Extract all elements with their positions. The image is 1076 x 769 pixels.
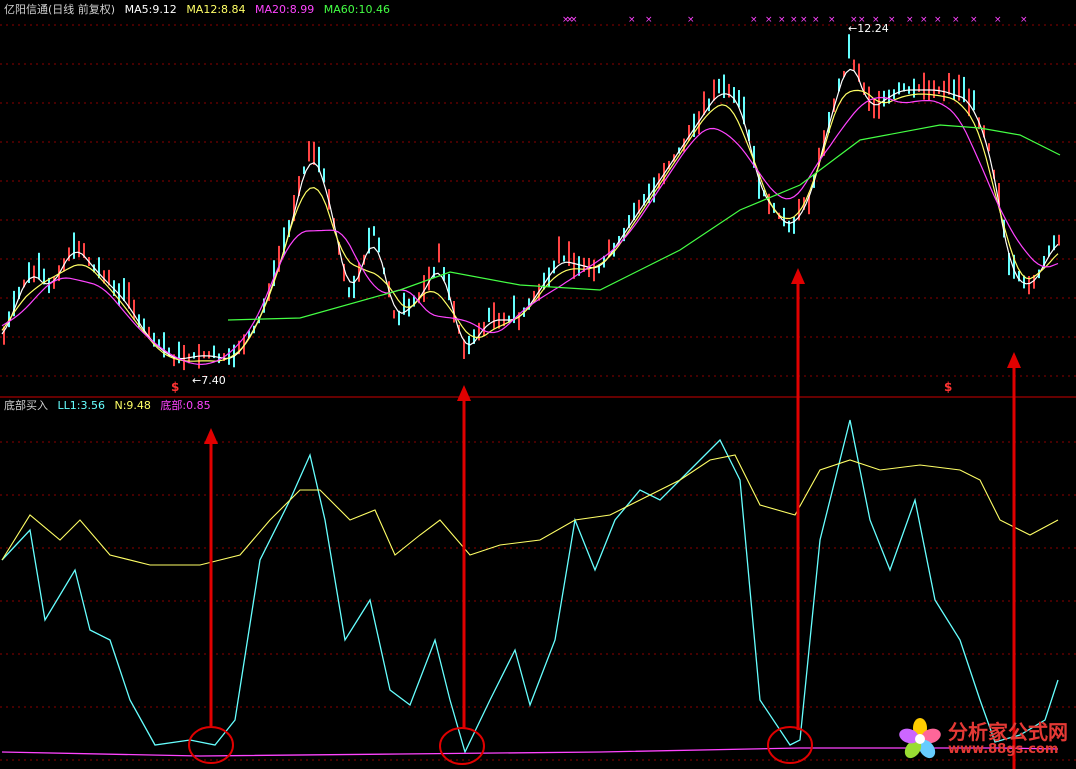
ll1-line xyxy=(1,419,1059,754)
flag-mark: × xyxy=(687,15,695,25)
arrow-head xyxy=(1007,352,1021,368)
ma20-line xyxy=(1,96,1059,366)
flag-mark: × xyxy=(765,15,773,25)
flag-mark: × xyxy=(934,15,942,25)
flag-mark: × xyxy=(970,15,978,25)
flag-mark: × xyxy=(790,15,798,25)
arrow-head xyxy=(457,385,471,401)
flag-mark: × xyxy=(778,15,786,25)
watermark-name: 分析家公式网 xyxy=(948,720,1068,744)
low-price-marker: ←7.40 xyxy=(192,374,226,387)
arrow-head xyxy=(791,268,805,284)
flag-mark: × xyxy=(994,15,1002,25)
high-price-value: 12.24 xyxy=(857,22,889,35)
ma12-line xyxy=(1,89,1059,362)
flag-mark: × xyxy=(920,15,928,25)
flag-mark: × xyxy=(645,15,653,25)
flag-mark: × xyxy=(812,15,820,25)
ma60-line xyxy=(227,124,1061,321)
flower-logo-icon xyxy=(899,718,941,759)
ma5-line xyxy=(1,68,1059,360)
signal-mark-2: $ xyxy=(944,380,953,394)
high-price-marker: ←12.24 xyxy=(848,22,889,35)
signal-mark-1: $ xyxy=(171,380,180,394)
flag-mark: × xyxy=(906,15,914,25)
arrow-head xyxy=(204,428,218,444)
flag-mark: × xyxy=(628,15,636,25)
watermark-url: www.88gs.com xyxy=(948,742,1059,757)
flag-mark: × xyxy=(828,15,836,25)
flag-mark: × xyxy=(888,15,896,25)
flag-mark: × xyxy=(800,15,808,25)
bottom-signal-circle xyxy=(439,727,485,765)
flag-mark: × xyxy=(1020,15,1028,25)
flag-mark: × xyxy=(952,15,960,25)
low-price-value: 7.40 xyxy=(201,374,226,387)
stock-chart-canvas[interactable]: ××× × × × × × × × × × × × × × × × × × × × × × xyxy=(0,0,1076,769)
watermark: 分析家公式网 www.88gs.com xyxy=(898,717,1068,761)
flag-mark: × xyxy=(750,15,758,25)
flag-mark: × xyxy=(570,15,578,25)
bottom-signal-circle xyxy=(188,726,234,764)
